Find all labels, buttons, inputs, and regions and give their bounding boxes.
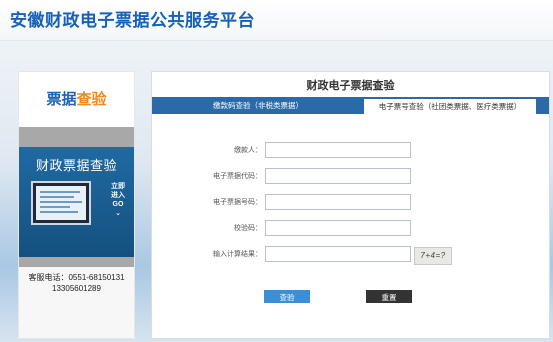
captcha-input[interactable] xyxy=(265,246,411,262)
enter-button[interactable]: 立即 进入 GO ⌄ xyxy=(107,182,129,218)
tab-e-ticket-number[interactable]: 电子票号查验（社团类票据、医疗类票据） xyxy=(364,99,536,114)
captcha-label: 输入计算结果： xyxy=(213,251,262,258)
form-row-ticket-code: 电子票据代码： xyxy=(152,168,549,186)
promo-banner[interactable]: 财政票据查验 立即 进入 GO ⌄ xyxy=(19,147,134,257)
left-heading-part1: 票据 xyxy=(46,91,77,108)
check-code-label: 校验码： xyxy=(234,225,262,232)
service-mobile: 13305601289 xyxy=(52,284,101,293)
tab-bar: 缴款码查验（非税类票据） 电子票号查验（社团类票据、医疗类票据） xyxy=(152,97,549,114)
ticket-number-input[interactable] xyxy=(265,194,411,210)
ticket-code-label: 电子票据代码： xyxy=(213,173,262,180)
payer-input[interactable] xyxy=(265,142,411,158)
monitor-screen xyxy=(36,186,86,220)
left-heading: 票据查验 xyxy=(19,72,134,127)
payer-label: 缴款人： xyxy=(234,147,262,154)
enter-label-line1: 立即 xyxy=(111,183,125,190)
divider-strip-bottom xyxy=(19,257,134,267)
check-code-input[interactable] xyxy=(265,220,411,236)
top-header: 安徽财政电子票据公共服务平台 xyxy=(0,0,553,41)
tab-payment-code[interactable]: 缴款码查验（非税类票据） xyxy=(152,97,364,114)
enter-label-line3: GO xyxy=(112,201,124,208)
promo-title: 财政票据查验 xyxy=(35,158,117,173)
form-row-payer: 缴款人： xyxy=(152,142,549,160)
left-panel: 票据查验 财政票据查验 立即 进入 GO ⌄ 客服电话：0551-6815013… xyxy=(18,71,135,339)
form-row-check-code: 校验码： xyxy=(152,220,549,238)
query-button[interactable]: 查验 xyxy=(264,290,310,303)
form-row-captcha: 输入计算结果： 7+4=? xyxy=(152,246,549,265)
service-phone: 客服电话：0551-68150131 xyxy=(28,273,125,282)
chevron-down-icon: ⌄ xyxy=(115,210,121,217)
divider-strip xyxy=(19,127,134,147)
ticket-code-input[interactable] xyxy=(265,168,411,184)
site-title: 安徽财政电子票据公共服务平台 xyxy=(10,11,255,30)
left-heading-part2: 查验 xyxy=(76,91,107,108)
page-title: 财政电子票据查验 xyxy=(306,80,395,92)
monitor-icon xyxy=(31,181,91,225)
captcha-image[interactable]: 7+4=? xyxy=(414,247,452,265)
enter-label-line2: 进入 xyxy=(111,192,125,199)
service-contact: 客服电话：0551-68150131 13305601289 xyxy=(19,272,134,294)
main-panel: 财政电子票据查验 缴款码查验（非税类票据） 电子票号查验（社团类票据、医疗类票据… xyxy=(151,71,550,339)
ticket-number-label: 电子票据号码： xyxy=(213,199,262,206)
reset-button[interactable]: 重置 xyxy=(366,290,412,303)
form-row-ticket-number: 电子票据号码： xyxy=(152,194,549,212)
